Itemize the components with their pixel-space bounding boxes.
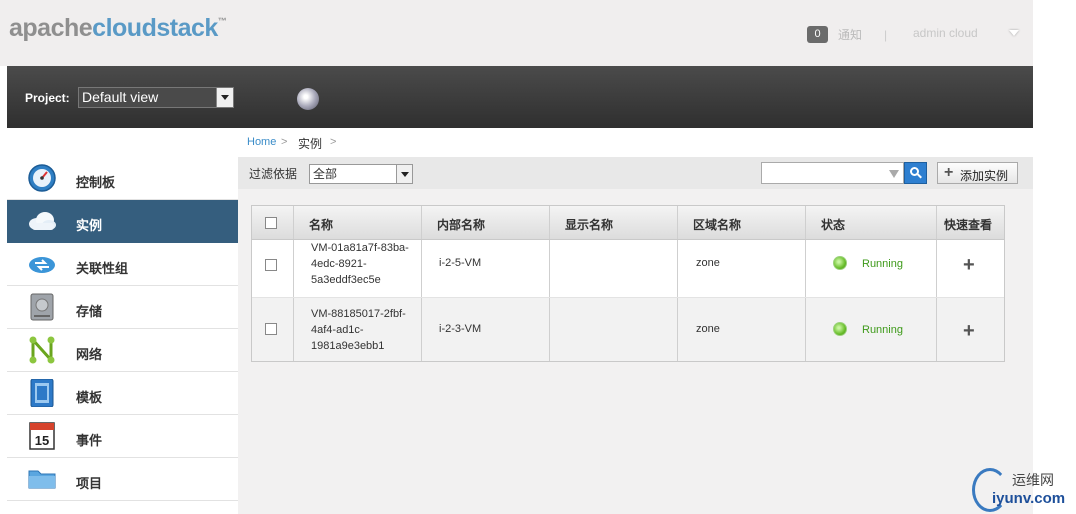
status-running-icon: [833, 256, 847, 270]
dashboard-icon: [28, 164, 56, 192]
select-arrow-icon[interactable]: [216, 88, 233, 107]
filter-select-value: 全部: [313, 167, 338, 181]
filter-select[interactable]: 全部: [309, 164, 413, 184]
status-running-icon: [833, 322, 847, 336]
table-row[interactable]: VM-88185017-2fbf-4af4-ad1c-1981a9e3ebb1 …: [252, 298, 1004, 361]
quick-view-plus-icon[interactable]: +: [963, 255, 975, 275]
sidebar-item-label: 事件: [76, 433, 103, 448]
instance-state: Running: [862, 324, 903, 336]
project-select-value: Default view: [82, 89, 159, 105]
main-content: Home > 实例 > 过滤依据 全部 + 添加实例 名称 内部名称 显示名称 …: [238, 128, 1033, 514]
breadcrumb: Home > 实例 >: [238, 128, 1033, 157]
select-all-checkbox[interactable]: [265, 217, 277, 229]
breadcrumb-current: 实例: [298, 137, 323, 151]
sidebar-item-storage[interactable]: 存储: [7, 286, 238, 329]
instance-zone: zone: [696, 257, 720, 269]
top-bar: apachecloudstack™ 0 通知 | admin cloud: [0, 0, 1033, 66]
header-quick-view: 快速查看: [944, 218, 993, 232]
sidebar-item-label: 实例: [76, 218, 103, 233]
watermark-cn: 运维网: [1012, 472, 1054, 488]
project-bar: Project: Default view: [7, 66, 1033, 128]
breadcrumb-home-link[interactable]: Home: [247, 136, 276, 148]
quick-view-plus-icon[interactable]: +: [963, 321, 975, 341]
cloud-icon: [29, 212, 56, 230]
breadcrumb-separator: >: [281, 136, 288, 148]
instances-table: 名称 内部名称 显示名称 区域名称 状态 快速查看 VM-01a81a7f-83…: [251, 205, 1005, 362]
logo-trademark: ™: [217, 16, 227, 26]
sidebar-item-instances[interactable]: 实例: [7, 200, 238, 243]
sidebar-item-affinity-groups[interactable]: 关联性组: [7, 243, 238, 286]
instance-name[interactable]: VM-01a81a7f-83ba-4edc-8921-5a3eddf3ec5e: [311, 240, 416, 288]
filter-toolbar: 过滤依据 全部 + 添加实例: [238, 157, 1033, 189]
sidebar-nav: 控制板 实例 关联性组 存储 网络 模板 15 事件 项目: [7, 128, 238, 514]
table-header: 名称 内部名称 显示名称 区域名称 状态 快速查看: [252, 206, 1004, 240]
template-icon: [30, 379, 54, 407]
filter-by-label: 过滤依据: [249, 167, 298, 181]
chevron-down-icon[interactable]: [1009, 30, 1019, 36]
cloudstack-logo[interactable]: apachecloudstack™: [9, 14, 227, 43]
globe-icon[interactable]: [297, 88, 319, 110]
site-watermark: 运维网 iyunv.com: [970, 466, 1076, 514]
sidebar-item-label: 网络: [76, 347, 103, 362]
sidebar-item-projects[interactable]: 项目: [7, 458, 238, 501]
project-label: Project:: [25, 91, 70, 105]
header-name[interactable]: 名称: [309, 216, 333, 233]
notification-count-badge[interactable]: 0: [807, 26, 828, 43]
row-checkbox[interactable]: [265, 323, 277, 335]
instance-internal-name: i-2-5-VM: [439, 257, 482, 269]
advanced-search-toggle-icon[interactable]: [889, 170, 899, 178]
sidebar-item-dashboard[interactable]: 控制板: [7, 157, 238, 200]
watermark-url: iyunv.com: [992, 490, 1066, 507]
select-arrow-icon[interactable]: [396, 165, 412, 183]
user-menu[interactable]: admin cloud: [913, 26, 978, 40]
sidebar-item-templates[interactable]: 模板: [7, 372, 238, 415]
sidebar-item-label: 项目: [76, 476, 103, 491]
table-row[interactable]: VM-01a81a7f-83ba-4edc-8921-5a3eddf3ec5e …: [252, 240, 1004, 298]
logo-prefix: apache: [9, 14, 93, 42]
instance-zone: zone: [696, 323, 720, 335]
instance-name[interactable]: VM-88185017-2fbf-4af4-ad1c-1981a9e3ebb1: [311, 306, 416, 354]
sidebar-item-events[interactable]: 15 事件: [7, 415, 238, 458]
network-icon: [29, 336, 55, 364]
header-display-name[interactable]: 显示名称: [565, 216, 613, 233]
sidebar-item-network[interactable]: 网络: [7, 329, 238, 372]
header-internal-name[interactable]: 内部名称: [437, 216, 485, 233]
header-state[interactable]: 状态: [821, 216, 845, 233]
header-zone-name[interactable]: 区域名称: [693, 216, 741, 233]
calendar-icon-date: 15: [35, 433, 49, 448]
storage-disk-icon: [30, 293, 54, 321]
notifications-link[interactable]: 通知: [838, 26, 862, 43]
sidebar-item-label: 模板: [76, 390, 103, 405]
instance-state: Running: [862, 258, 903, 270]
project-select[interactable]: Default view: [78, 87, 234, 108]
plus-icon: +: [944, 164, 954, 181]
search-button[interactable]: [904, 162, 927, 184]
instance-internal-name: i-2-3-VM: [439, 323, 482, 335]
header-separator: |: [884, 28, 888, 42]
search-input[interactable]: [761, 162, 904, 184]
affinity-groups-icon: [29, 257, 55, 273]
row-checkbox[interactable]: [265, 259, 277, 271]
add-instance-button[interactable]: + 添加实例: [937, 162, 1018, 184]
calendar-icon: 15: [29, 422, 55, 450]
sidebar-item-label: 控制板: [76, 175, 116, 190]
sidebar-item-label: 存储: [76, 304, 103, 319]
sidebar-item-label: 关联性组: [76, 261, 129, 276]
logo-brand: cloudstack: [92, 14, 218, 42]
add-instance-label: 添加实例: [960, 169, 1009, 183]
breadcrumb-separator: >: [330, 136, 337, 148]
folder-icon: [28, 470, 56, 489]
